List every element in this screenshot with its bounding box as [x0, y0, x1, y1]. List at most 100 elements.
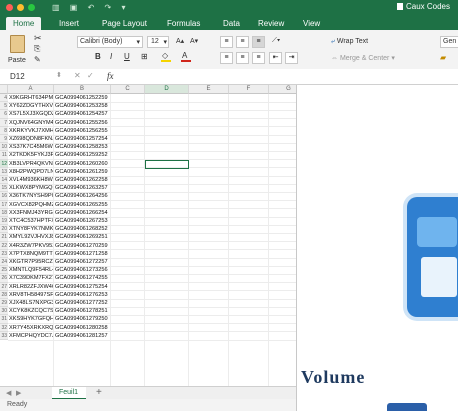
enter-icon[interactable]: ✓ [87, 71, 94, 80]
row-header[interactable]: 12 [0, 159, 8, 168]
number-format-select[interactable]: Gen [440, 36, 458, 48]
table-cell-a[interactable]: XCYK8KZCQC7SXMY [9, 307, 53, 315]
table-cell-a[interactable]: XRV8TH58497SF3X5 [9, 291, 53, 299]
tab-formulas[interactable]: Formulas [160, 17, 207, 30]
save-icon[interactable]: ▣ [70, 3, 82, 12]
table-cell-a[interactable]: XJX48LS7NXPG3TG8 [9, 299, 53, 307]
row-header[interactable]: 16 [0, 192, 8, 201]
table-cell-a[interactable]: XQJNV64GNYM4MDCG [9, 119, 53, 127]
table-cell-a[interactable]: XRLR82ZFJXW4CNH9 [9, 283, 53, 291]
column-header-e[interactable]: E [189, 85, 229, 94]
tab-review[interactable]: Review [251, 17, 291, 30]
align-left-icon[interactable]: ≡ [220, 52, 233, 64]
row-header[interactable]: 6 [0, 110, 8, 119]
row-header[interactable]: 10 [0, 143, 8, 152]
table-cell-a[interactable]: XKGTR7P95RCZTKVK [9, 258, 53, 266]
table-cell-b[interactable]: GCA0994061278251 [55, 307, 110, 315]
merge-center-button[interactable]: ⇔ Merge & Center ▾ [331, 54, 395, 62]
row-header[interactable]: 28 [0, 290, 8, 299]
tab-page-layout[interactable]: Page Layout [95, 17, 154, 30]
table-cell-b[interactable]: GCA0994061275254 [55, 283, 110, 291]
table-cell-a[interactable]: XB3LVPR4QKVNJH7M [9, 160, 53, 168]
table-cell-b[interactable]: GCA0994061273256 [55, 266, 110, 274]
paste-button[interactable]: Paste [5, 33, 31, 66]
table-cell-a[interactable]: X36TK7NYSH9PQCWV [9, 192, 53, 200]
row-header[interactable]: 25 [0, 266, 8, 275]
table-cell-b[interactable]: GCA0994061279250 [55, 315, 110, 323]
row-header[interactable]: 27 [0, 282, 8, 291]
decrease-indent-icon[interactable]: ⇤ [269, 52, 282, 64]
table-cell-b[interactable]: GCA0994061261259 [55, 168, 110, 176]
underline-button[interactable]: U [124, 52, 130, 61]
table-cell-b[interactable]: GCA0994061255256 [55, 119, 110, 127]
row-header[interactable]: 18 [0, 208, 8, 217]
table-cell-b[interactable]: GCA0994061258253 [55, 143, 110, 151]
maximize-window-button[interactable] [28, 4, 35, 11]
row-header[interactable]: 11 [0, 151, 8, 160]
table-cell-b[interactable]: GCA0994061254257 [55, 110, 110, 118]
row-header[interactable]: 26 [0, 274, 8, 283]
row-header[interactable]: 33 [0, 331, 8, 340]
increase-indent-icon[interactable]: ⇥ [285, 52, 298, 64]
format-painter-icon[interactable]: ✎ [34, 55, 41, 64]
add-sheet-button[interactable]: + [96, 387, 102, 398]
table-cell-b[interactable]: GCA0994061262258 [55, 176, 110, 184]
table-cell-a[interactable]: XGVCX82PQHMZRDFW [9, 201, 53, 209]
table-cell-b[interactable]: GCA0994061260260 [55, 160, 110, 168]
row-header[interactable]: 22 [0, 241, 8, 250]
table-cell-b[interactable]: GCA0994061281257 [55, 332, 110, 340]
table-cell-b[interactable]: GCA0994061252259 [55, 94, 110, 102]
table-cell-b[interactable]: GCA0994061257254 [55, 135, 110, 143]
table-cell-b[interactable]: GCA0994061272257 [55, 258, 110, 266]
bold-button[interactable]: B [95, 52, 101, 61]
table-cell-a[interactable]: XS7L5XJ3XGQDZCVK [9, 110, 53, 118]
row-header[interactable]: 19 [0, 217, 8, 226]
table-cell-a[interactable]: XKS9HYK7GFQH8YZ2 [9, 315, 53, 323]
table-cell-a[interactable]: XTC4C537HPTFXYM9 [9, 217, 53, 225]
row-header[interactable]: 4 [0, 94, 8, 103]
table-cell-a[interactable]: X2TKDK5FYKJ3PFND [9, 151, 53, 159]
table-cell-b[interactable]: GCA0994061256255 [55, 127, 110, 135]
table-cell-b[interactable]: GCA0994061276253 [55, 291, 110, 299]
customize-toolbar-icon[interactable]: ▾ [121, 3, 129, 12]
row-header[interactable]: 14 [0, 176, 8, 185]
row-header[interactable]: 17 [0, 200, 8, 209]
table-cell-a[interactable]: XZ698QDN8FKNJVZQ [9, 135, 53, 143]
column-header-d[interactable]: D [145, 85, 189, 94]
table-cell-a[interactable]: X7C39DKM7FX27FQ7 [9, 274, 53, 282]
table-cell-b[interactable]: GCA0994061270259 [55, 242, 110, 250]
overlay-window[interactable]: Volume [296, 85, 458, 411]
table-cell-b[interactable]: GCA0994061271258 [55, 250, 110, 258]
close-window-button[interactable] [6, 4, 13, 11]
table-cell-a[interactable]: XMYL92VJHVXJ85YR [9, 233, 53, 241]
table-cell-b[interactable]: GCA0994061280258 [55, 324, 110, 332]
row-header[interactable]: 5 [0, 102, 8, 111]
table-cell-b[interactable]: GCA0994061264256 [55, 192, 110, 200]
name-box-chevron-icon[interactable]: ⬍ [56, 71, 62, 79]
table-cell-a[interactable]: XKRKYVKJ7XMHNYJ6 [9, 127, 53, 135]
font-color-button[interactable]: A [180, 51, 192, 63]
fill-color-button[interactable]: ◇ [160, 51, 172, 63]
borders-icon[interactable]: ⊞ [141, 52, 148, 61]
table-cell-b[interactable]: GCA0994061268252 [55, 225, 110, 233]
table-cell-b[interactable]: GCA0994061267253 [55, 217, 110, 225]
redo-icon[interactable]: ↷ [105, 3, 116, 12]
row-header[interactable]: 20 [0, 225, 8, 234]
tab-home[interactable]: Home [6, 17, 42, 30]
column-header-f[interactable]: F [229, 85, 269, 94]
italic-button[interactable]: I [110, 52, 112, 61]
table-cell-b[interactable]: GCA0994061253258 [55, 102, 110, 110]
row-header[interactable]: 23 [0, 249, 8, 258]
row-header[interactable]: 29 [0, 299, 8, 308]
previous-sheet-icon[interactable]: ◀ [6, 389, 11, 397]
grow-font-button[interactable]: A▴ [176, 37, 184, 45]
row-header[interactable]: 31 [0, 315, 8, 324]
orientation-icon[interactable]: ⟋▾ [272, 37, 280, 45]
table-cell-a[interactable]: X9KGRHT634PMDG59 [9, 94, 53, 102]
table-cell-b[interactable]: GCA0994061265255 [55, 201, 110, 209]
table-cell-a[interactable]: XX3FNMJ43YRG4SPF [9, 209, 53, 217]
conditional-format-icon[interactable]: ▰ [440, 53, 446, 62]
table-cell-a[interactable]: XS37K7C45M6W47QH [9, 143, 53, 151]
table-cell-a[interactable]: X8H2PWQPD7LNTK2N [9, 168, 53, 176]
table-cell-b[interactable]: GCA0994061263257 [55, 184, 110, 192]
